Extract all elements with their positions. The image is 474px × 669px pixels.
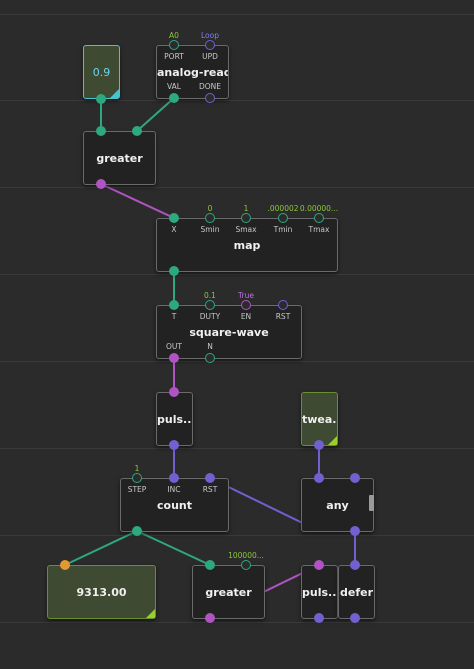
upd-pin[interactable] (205, 40, 215, 50)
tmin-pin[interactable] (278, 213, 288, 223)
pin-label: Smin (200, 225, 220, 234)
output-pin[interactable] (96, 94, 106, 104)
node-title: twea... (302, 413, 337, 426)
node-title: any (326, 499, 349, 512)
duty-pin[interactable] (205, 300, 215, 310)
input-pin[interactable] (96, 126, 106, 136)
constant-value: 0.9 (92, 66, 111, 79)
output-pin[interactable] (350, 613, 360, 623)
pulse-node[interactable]: puls... (156, 392, 193, 446)
step-pin[interactable] (132, 473, 142, 483)
val-pin[interactable] (169, 93, 179, 103)
pin-label: RST (275, 312, 291, 321)
input-pin[interactable] (314, 473, 324, 483)
pin-label: T (171, 312, 177, 321)
pin-label: X (171, 225, 177, 234)
x-pin[interactable] (169, 213, 179, 223)
output-pin[interactable] (205, 613, 215, 623)
pin-label: EN (240, 312, 252, 321)
smax-value[interactable]: 1 (244, 204, 249, 213)
node-title: map (233, 239, 261, 252)
done-pin[interactable] (205, 93, 215, 103)
duty-value[interactable]: 0.1 (204, 291, 216, 300)
pin-label: Tmin (273, 225, 293, 234)
node-title: count (157, 499, 192, 512)
tweak-node[interactable]: twea... (301, 392, 338, 446)
node-title: analog-read (157, 66, 228, 79)
node-title: greater (96, 152, 143, 165)
node-title: square-wave (189, 326, 269, 339)
greater-node[interactable]: greater (192, 565, 265, 619)
smin-pin[interactable] (205, 213, 215, 223)
output-pin[interactable] (169, 440, 179, 450)
wire-count-to-watch[interactable] (64, 530, 138, 566)
en-value[interactable]: True (238, 291, 254, 300)
resize-handle[interactable] (369, 495, 374, 511)
node-title: greater (205, 586, 252, 599)
pin-label: INC (167, 485, 181, 494)
input-pin[interactable] (241, 560, 251, 570)
threshold-value[interactable]: 100000... (228, 551, 264, 560)
pin-label: Smax (235, 225, 257, 234)
watch-node[interactable]: 9313.00 (47, 565, 156, 619)
input-pin[interactable] (205, 560, 215, 570)
input-pin[interactable] (169, 387, 179, 397)
pin-label: DUTY (199, 312, 221, 321)
t-pin[interactable] (169, 300, 179, 310)
pin-label: UPD (202, 52, 218, 61)
pin-label: RST (202, 485, 218, 494)
tmax-pin[interactable] (314, 213, 324, 223)
node-title: puls... (302, 586, 337, 599)
tmax-value[interactable]: 0.00000... (300, 204, 338, 213)
node-title: defer (339, 586, 373, 599)
step-value[interactable]: 1 (135, 464, 140, 473)
output-pin[interactable] (132, 526, 142, 536)
output-pin[interactable] (96, 179, 106, 189)
node-title: puls... (157, 413, 192, 426)
pin-label: STEP (127, 485, 147, 494)
output-pin[interactable] (350, 526, 360, 536)
output-pin[interactable] (169, 266, 179, 276)
wire-greater-to-map[interactable] (100, 183, 175, 219)
n-pin[interactable] (205, 353, 215, 363)
smin-value[interactable]: 0 (208, 204, 213, 213)
resize-handle[interactable] (110, 89, 119, 98)
en-pin[interactable] (241, 300, 251, 310)
any-node[interactable]: any (301, 478, 374, 532)
pin-label: N (207, 342, 213, 351)
rst-pin[interactable] (278, 300, 288, 310)
pin-label: Tmax (308, 225, 330, 234)
inc-pin[interactable] (169, 473, 179, 483)
input-pin[interactable] (314, 560, 324, 570)
output-pin[interactable] (314, 613, 324, 623)
tmin-value[interactable]: .000002 (267, 204, 298, 213)
port-pin[interactable] (169, 40, 179, 50)
pin-label: OUT (166, 342, 182, 351)
input-pin[interactable] (60, 560, 70, 570)
input-pin[interactable] (132, 126, 142, 136)
input-pin[interactable] (350, 560, 360, 570)
pulse-node[interactable]: puls... (301, 565, 338, 619)
port-value[interactable]: A0 (169, 31, 179, 40)
watch-value: 9313.00 (76, 586, 127, 599)
pin-label: DONE (198, 82, 222, 91)
defer-node[interactable]: defer (338, 565, 375, 619)
resize-handle[interactable] (328, 436, 337, 445)
out-pin[interactable] (169, 353, 179, 363)
smax-pin[interactable] (241, 213, 251, 223)
pin-label: PORT (164, 52, 184, 61)
resize-handle[interactable] (146, 609, 155, 618)
output-pin[interactable] (314, 440, 324, 450)
constant-number-node[interactable]: 0.9 (83, 45, 120, 99)
rst-pin[interactable] (205, 473, 215, 483)
input-pin[interactable] (350, 473, 360, 483)
upd-value[interactable]: Loop (201, 31, 219, 40)
pin-label: VAL (167, 82, 181, 91)
wire-count-to-greater[interactable] (136, 530, 211, 566)
greater-node[interactable]: greater (83, 131, 156, 185)
wire-val-to-greater[interactable] (136, 97, 175, 132)
